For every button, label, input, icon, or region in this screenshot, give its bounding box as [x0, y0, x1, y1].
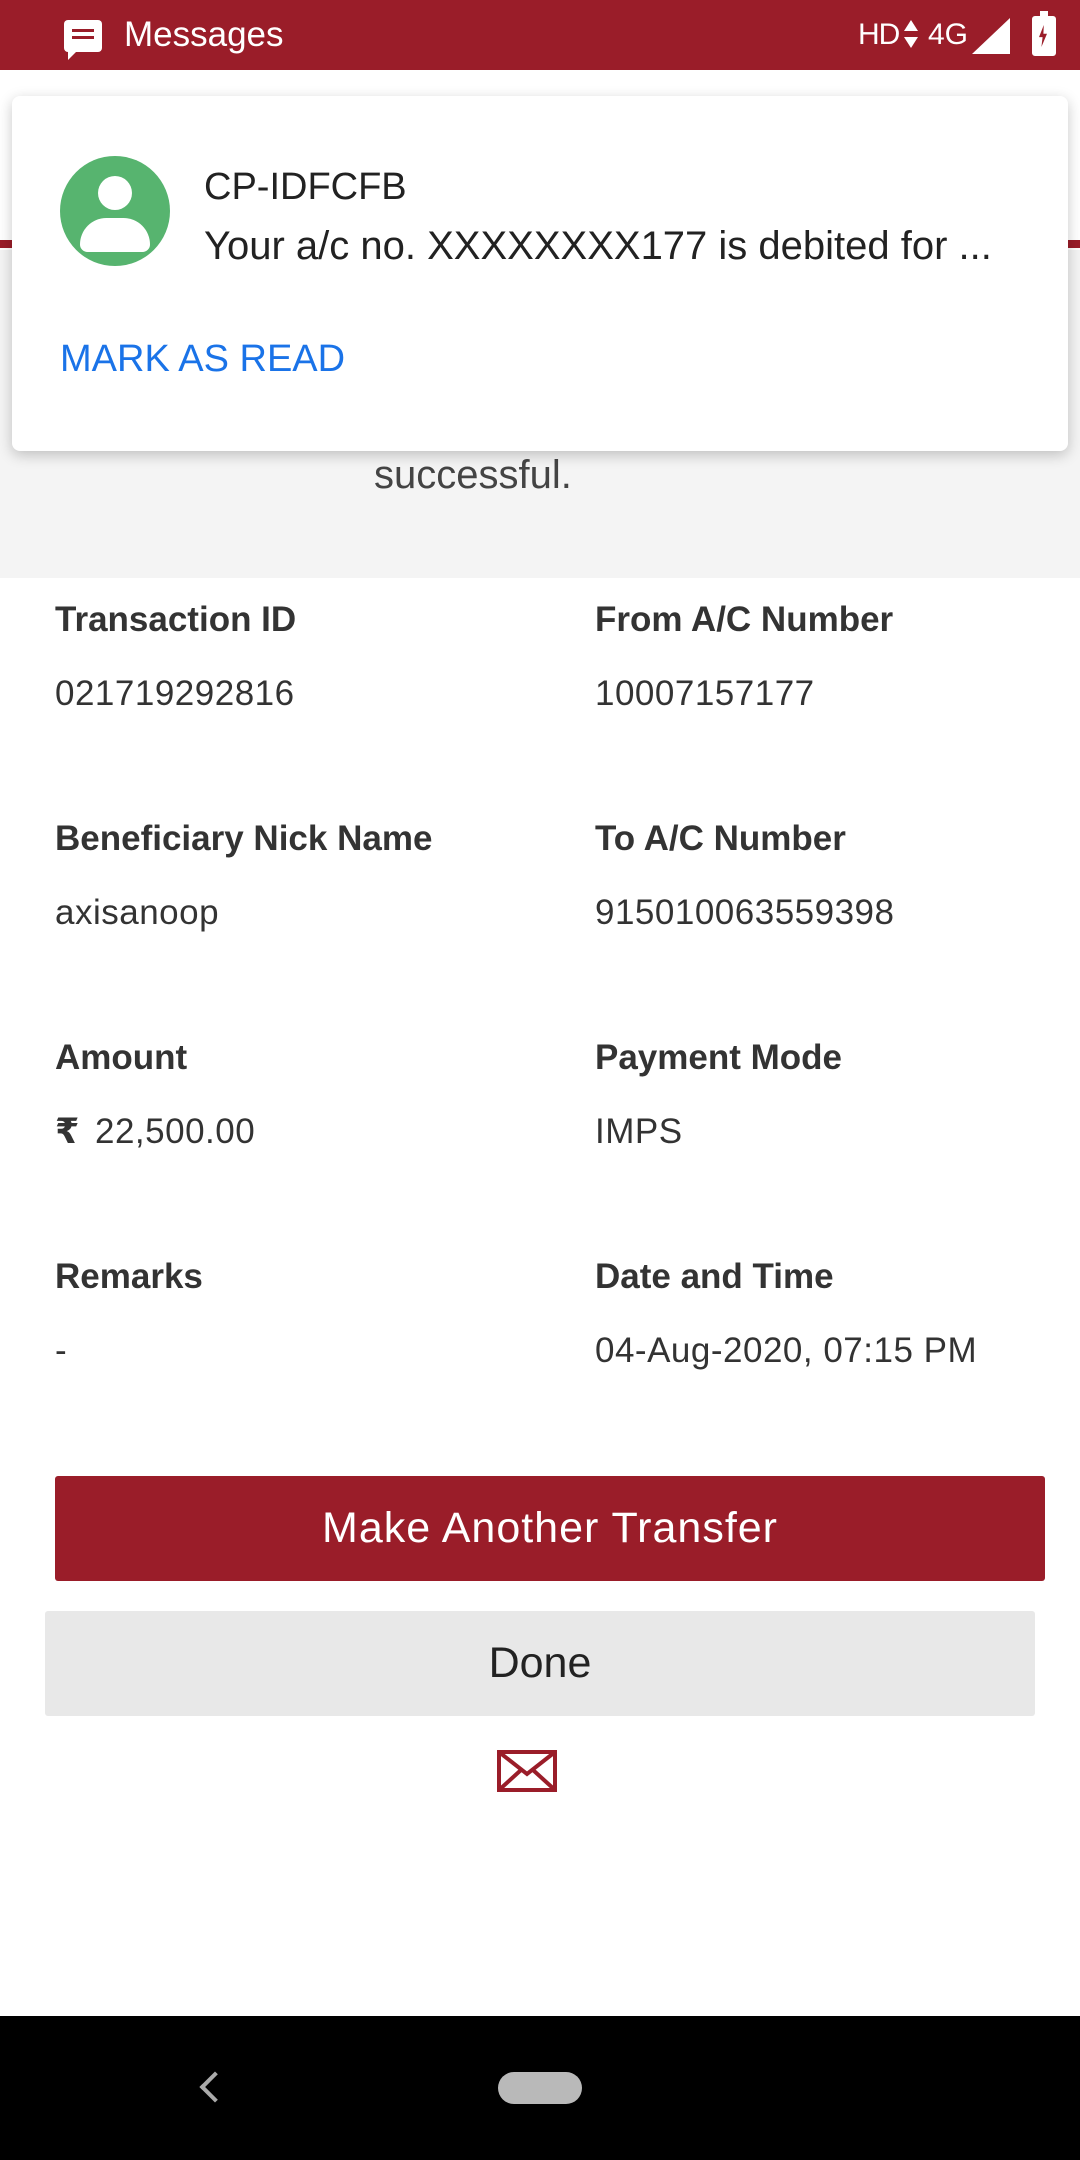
done-button[interactable]: Done: [45, 1611, 1035, 1716]
battery-charging-icon: [1032, 11, 1056, 56]
success-message: successful.: [374, 453, 572, 497]
mark-as-read-button[interactable]: MARK AS READ: [60, 336, 345, 382]
from-account-field: From A/C Number 10007157177: [595, 598, 1080, 716]
sms-notification-card[interactable]: CP-IDFCFB Your a/c no. XXXXXXXX177 is de…: [12, 96, 1068, 451]
notification-sender: CP-IDFCFB: [204, 166, 407, 208]
avatar-body: [80, 218, 150, 252]
field-label: From A/C Number: [595, 600, 894, 639]
field-value: ₹22,500.00: [55, 1110, 555, 1154]
envelope-icon[interactable]: [497, 1750, 557, 1792]
home-pill-icon[interactable]: [498, 2072, 582, 2104]
field-label: Amount: [55, 1038, 188, 1077]
amount-field: Amount ₹22,500.00: [55, 1036, 555, 1154]
field-value: 04-Aug-2020, 07:15 PM: [595, 1331, 978, 1370]
back-icon[interactable]: [194, 2070, 224, 2104]
data-arrows-icon: [904, 18, 918, 52]
rupee-symbol: ₹: [55, 1112, 80, 1151]
status-bar: Messages HD 4G: [0, 0, 1080, 70]
field-value: -: [55, 1331, 68, 1370]
avatar-head: [98, 176, 132, 210]
field-label: Beneficiary Nick Name: [55, 819, 433, 858]
field-label: Payment Mode: [595, 1038, 842, 1077]
make-another-transfer-button[interactable]: Make Another Transfer: [55, 1476, 1045, 1581]
status-app-name: Messages: [124, 15, 284, 54]
amount-value: 22,500.00: [95, 1112, 256, 1151]
notification-preview: Your a/c no. XXXXXXXX177 is debited for …: [204, 224, 992, 268]
person-icon: [60, 156, 170, 266]
signal-icon: [972, 18, 1010, 54]
field-value: 915010063559398: [595, 893, 895, 932]
field-value: 10007157177: [595, 674, 815, 713]
date-time-field: Date and Time 04-Aug-2020, 07:15 PM: [595, 1255, 1080, 1373]
field-value: IMPS: [595, 1112, 683, 1151]
transaction-id-field: Transaction ID 021719292816: [55, 598, 555, 716]
field-label: Date and Time: [595, 1257, 834, 1296]
field-label: To A/C Number: [595, 819, 846, 858]
messages-icon: [64, 20, 102, 60]
network-type-label: 4G: [928, 18, 969, 51]
field-value: axisanoop: [55, 893, 220, 932]
remarks-field: Remarks -: [55, 1255, 555, 1373]
payment-mode-field: Payment Mode IMPS: [595, 1036, 1080, 1154]
network-hd-label: HD: [858, 18, 900, 51]
field-label: Transaction ID: [55, 600, 297, 639]
field-value: 021719292816: [55, 674, 295, 713]
system-nav-bar: [0, 2016, 1080, 2160]
field-label: Remarks: [55, 1257, 203, 1296]
to-account-field: To A/C Number 915010063559398: [595, 817, 1080, 935]
beneficiary-field: Beneficiary Nick Name axisanoop: [55, 817, 555, 935]
